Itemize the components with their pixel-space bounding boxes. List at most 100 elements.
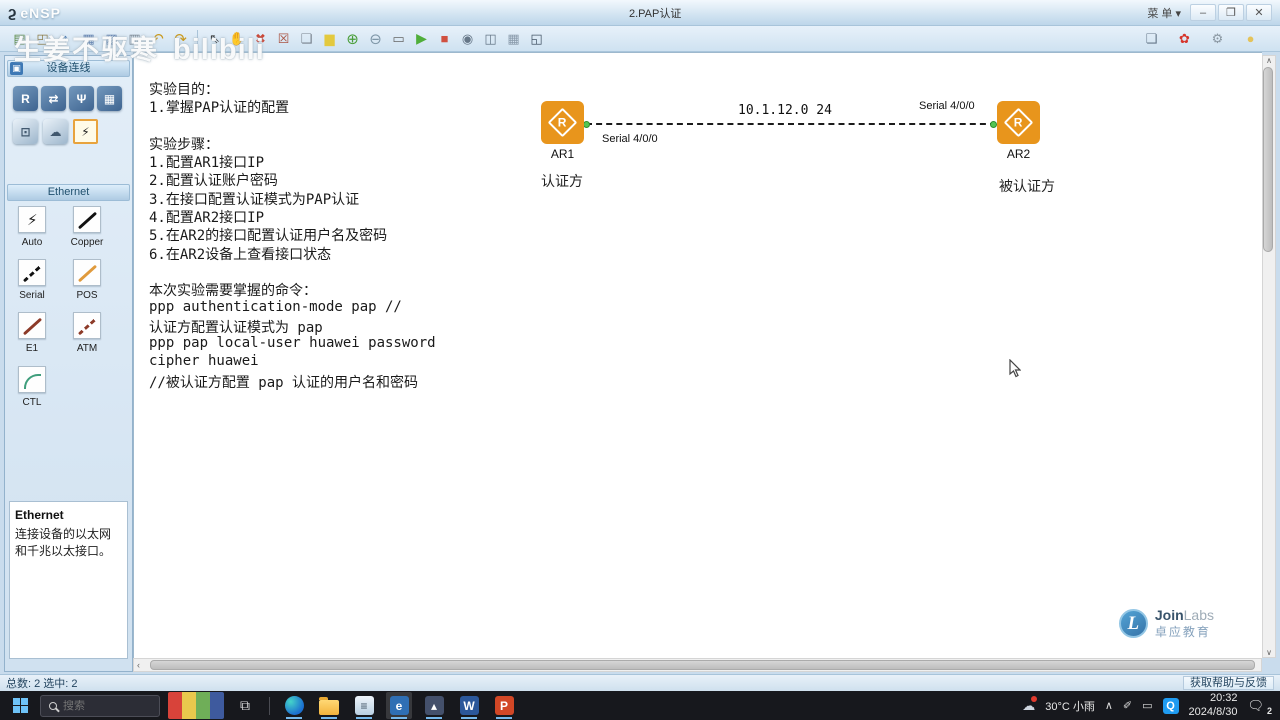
note-line: 4.配置AR2接口IP xyxy=(149,210,265,227)
scroll-up-arrow[interactable]: ∧ xyxy=(1263,56,1275,65)
feedback-comment-icon[interactable]: ❏ xyxy=(1141,29,1162,48)
device-terminal-icon[interactable]: ⊡ xyxy=(13,119,38,144)
notepad-app-icon[interactable]: ≡ xyxy=(351,692,377,719)
conn-auto-icon[interactable]: ⚡ xyxy=(18,206,46,233)
powerpoint-icon[interactable]: P xyxy=(491,692,517,719)
qq-tray-icon[interactable]: Q xyxy=(1162,697,1179,714)
news-widget-thumbnail[interactable] xyxy=(168,692,224,719)
note-line: 5.在AR2的接口配置认证用户名及密码 xyxy=(149,228,388,245)
help-feedback-link[interactable]: 获取帮助与反馈 xyxy=(1183,676,1274,690)
undo-icon[interactable]: ↶ xyxy=(147,29,168,48)
windows-logo-icon xyxy=(12,698,28,713)
node-role-ar2: 被认证方 xyxy=(999,178,1055,194)
device-switch-icon[interactable]: ⇄ xyxy=(41,86,66,111)
settings-gear-icon[interactable]: ⚙ xyxy=(1207,29,1228,48)
topo-compare-icon[interactable]: ◫ xyxy=(480,29,501,48)
device-panel-icon: ▣ xyxy=(10,62,23,75)
vertical-scroll-thumb[interactable] xyxy=(1263,67,1273,252)
minimize-button[interactable]: – xyxy=(1190,4,1216,21)
horizontal-scroll-thumb[interactable] xyxy=(150,660,1255,670)
notification-badge: 2 xyxy=(1266,705,1272,716)
text-note-icon[interactable]: ❏ xyxy=(296,29,317,48)
scroll-down-arrow[interactable]: ∨ xyxy=(1263,648,1275,657)
connection-info-panel: Ethernet 连接设备的以太网和千兆以太接口。 xyxy=(9,501,128,659)
pan-hand-icon[interactable]: ✋ xyxy=(227,29,248,48)
device-firewall-icon[interactable]: ▦ xyxy=(97,86,122,111)
touchpad-tray-icon[interactable]: ▭ xyxy=(1142,699,1152,712)
file-explorer-icon[interactable] xyxy=(316,692,342,719)
status-bar: 总数: 2 选中: 2 获取帮助与反馈 xyxy=(0,674,1280,691)
save-as-icon[interactable]: ▨ xyxy=(101,29,122,48)
router-node-ar1[interactable]: R xyxy=(541,101,584,144)
router-node-ar2[interactable]: R xyxy=(997,101,1040,144)
note-line: 1.配置AR1接口IP xyxy=(149,155,265,172)
new-topology-icon[interactable]: ▤ xyxy=(9,29,30,48)
device-connections-icon-selected[interactable]: ⚡ xyxy=(73,119,98,144)
conn-atm-icon[interactable] xyxy=(73,312,101,339)
device-panel-header: ▣ 设备连线 xyxy=(7,60,130,77)
zoom-out-icon[interactable]: ⊖ xyxy=(365,29,386,48)
start-device-icon[interactable]: ▶ xyxy=(411,29,432,48)
edge-browser-icon[interactable] xyxy=(281,692,307,719)
close-button[interactable]: ✕ xyxy=(1246,4,1272,21)
word-icon[interactable]: W xyxy=(456,692,482,719)
joinlabs-logo: L JoinLabs 卓应教育 xyxy=(1118,606,1214,640)
taskbar-search[interactable] xyxy=(40,694,160,717)
device-router-icon[interactable]: R xyxy=(13,86,38,111)
zoom-in-icon[interactable]: ⊕ xyxy=(342,29,363,48)
taskbar-clock[interactable]: 20:32 2024/8/30 xyxy=(1189,692,1238,718)
weather-icon[interactable]: ☁ xyxy=(1022,695,1038,714)
device-cloud-icon[interactable]: ☁ xyxy=(43,119,68,144)
device-sidebar: ▣ 设备连线 R ⇄ Ψ ▦ ⊡ ☁ ⚡ Ethernet ⚡ Auto Cop… xyxy=(4,55,133,672)
huawei-logo-icon[interactable]: ✿ xyxy=(1174,29,1195,48)
display-mode-icon[interactable]: ◱ xyxy=(526,29,547,48)
delete-all-icon[interactable]: ☒ xyxy=(273,29,294,48)
topology-canvas[interactable]: 实验目的： 1.掌握PAP认证的配置 实验步骤： 1.配置AR1接口IP 2.配… xyxy=(133,52,1262,658)
ensp-app-icon-active[interactable]: e xyxy=(386,692,412,719)
upload-topology-icon[interactable]: ↑ xyxy=(55,29,76,48)
serial-link[interactable] xyxy=(586,123,996,125)
right-interface-label: Serial 4/0/0 xyxy=(919,100,975,112)
redo-icon[interactable]: ↷ xyxy=(170,29,191,48)
joinlabs-name-light: Labs xyxy=(1183,606,1214,623)
router-icon: R xyxy=(1003,107,1034,138)
tray-expand-arrow[interactable]: ∧ xyxy=(1105,699,1113,712)
note-line: 实验目的： xyxy=(149,82,219,98)
stop-device-icon[interactable]: ■ xyxy=(434,29,455,48)
start-button[interactable] xyxy=(0,691,40,720)
search-input[interactable] xyxy=(63,699,133,712)
conn-e1-icon[interactable] xyxy=(18,312,46,339)
pen-tray-icon[interactable]: ✐ xyxy=(1123,699,1132,712)
packet-capture-icon[interactable]: ◉ xyxy=(457,29,478,48)
palette-icon[interactable]: ▆ xyxy=(319,29,340,48)
select-cursor-icon[interactable]: ⇖ xyxy=(204,29,225,48)
conn-pos-icon[interactable] xyxy=(73,259,101,286)
help-icon[interactable]: ● xyxy=(1240,29,1261,48)
notification-center-icon[interactable]: 🗨 2 xyxy=(1247,698,1272,716)
conn-ctl-icon[interactable] xyxy=(18,366,46,393)
note-line: cipher huawei xyxy=(149,353,259,370)
print-icon[interactable]: ▥ xyxy=(124,29,145,48)
menu-button[interactable]: 菜 单 ▾ xyxy=(1140,2,1188,24)
note-line: ppp pap local-user huawei password xyxy=(149,335,436,352)
task-view-button[interactable]: ⧉ xyxy=(232,692,258,719)
conn-serial-icon[interactable] xyxy=(18,259,46,286)
node-name-ar1: AR1 xyxy=(550,147,575,161)
delete-icon[interactable]: ✖ xyxy=(250,29,271,48)
app-name: eNSP xyxy=(20,4,61,21)
secure-app-icon[interactable]: ▴ xyxy=(421,692,447,719)
save-topology-icon[interactable]: ▦ xyxy=(78,29,99,48)
zoom-reset-icon[interactable]: ▭ xyxy=(388,29,409,48)
ensp-logo-icon: ϛ xyxy=(8,4,17,21)
note-line: 1.掌握PAP认证的配置 xyxy=(149,100,290,117)
open-topology-icon[interactable]: ◰ xyxy=(32,29,53,48)
horizontal-scrollbar[interactable]: ‹ xyxy=(133,658,1262,672)
note-line: 6.在AR2设备上查看接口状态 xyxy=(149,246,332,263)
weather-text[interactable]: 30°C 小雨 xyxy=(1045,698,1095,714)
toolbar: ▤ ◰ ↑ ▦ ▨ ▥ ↶ ↷ ⇖ ✋ ✖ ☒ ❏ ▆ ⊕ ⊖ ▭ ▶ ■ ◉ … xyxy=(0,26,1280,52)
scroll-left-arrow[interactable]: ‹ xyxy=(137,660,140,670)
conn-copper-icon[interactable] xyxy=(73,206,101,233)
device-wlan-icon[interactable]: Ψ xyxy=(69,86,94,111)
restore-button[interactable]: ❐ xyxy=(1218,4,1244,21)
device-list-icon[interactable]: ▦ xyxy=(503,29,524,48)
